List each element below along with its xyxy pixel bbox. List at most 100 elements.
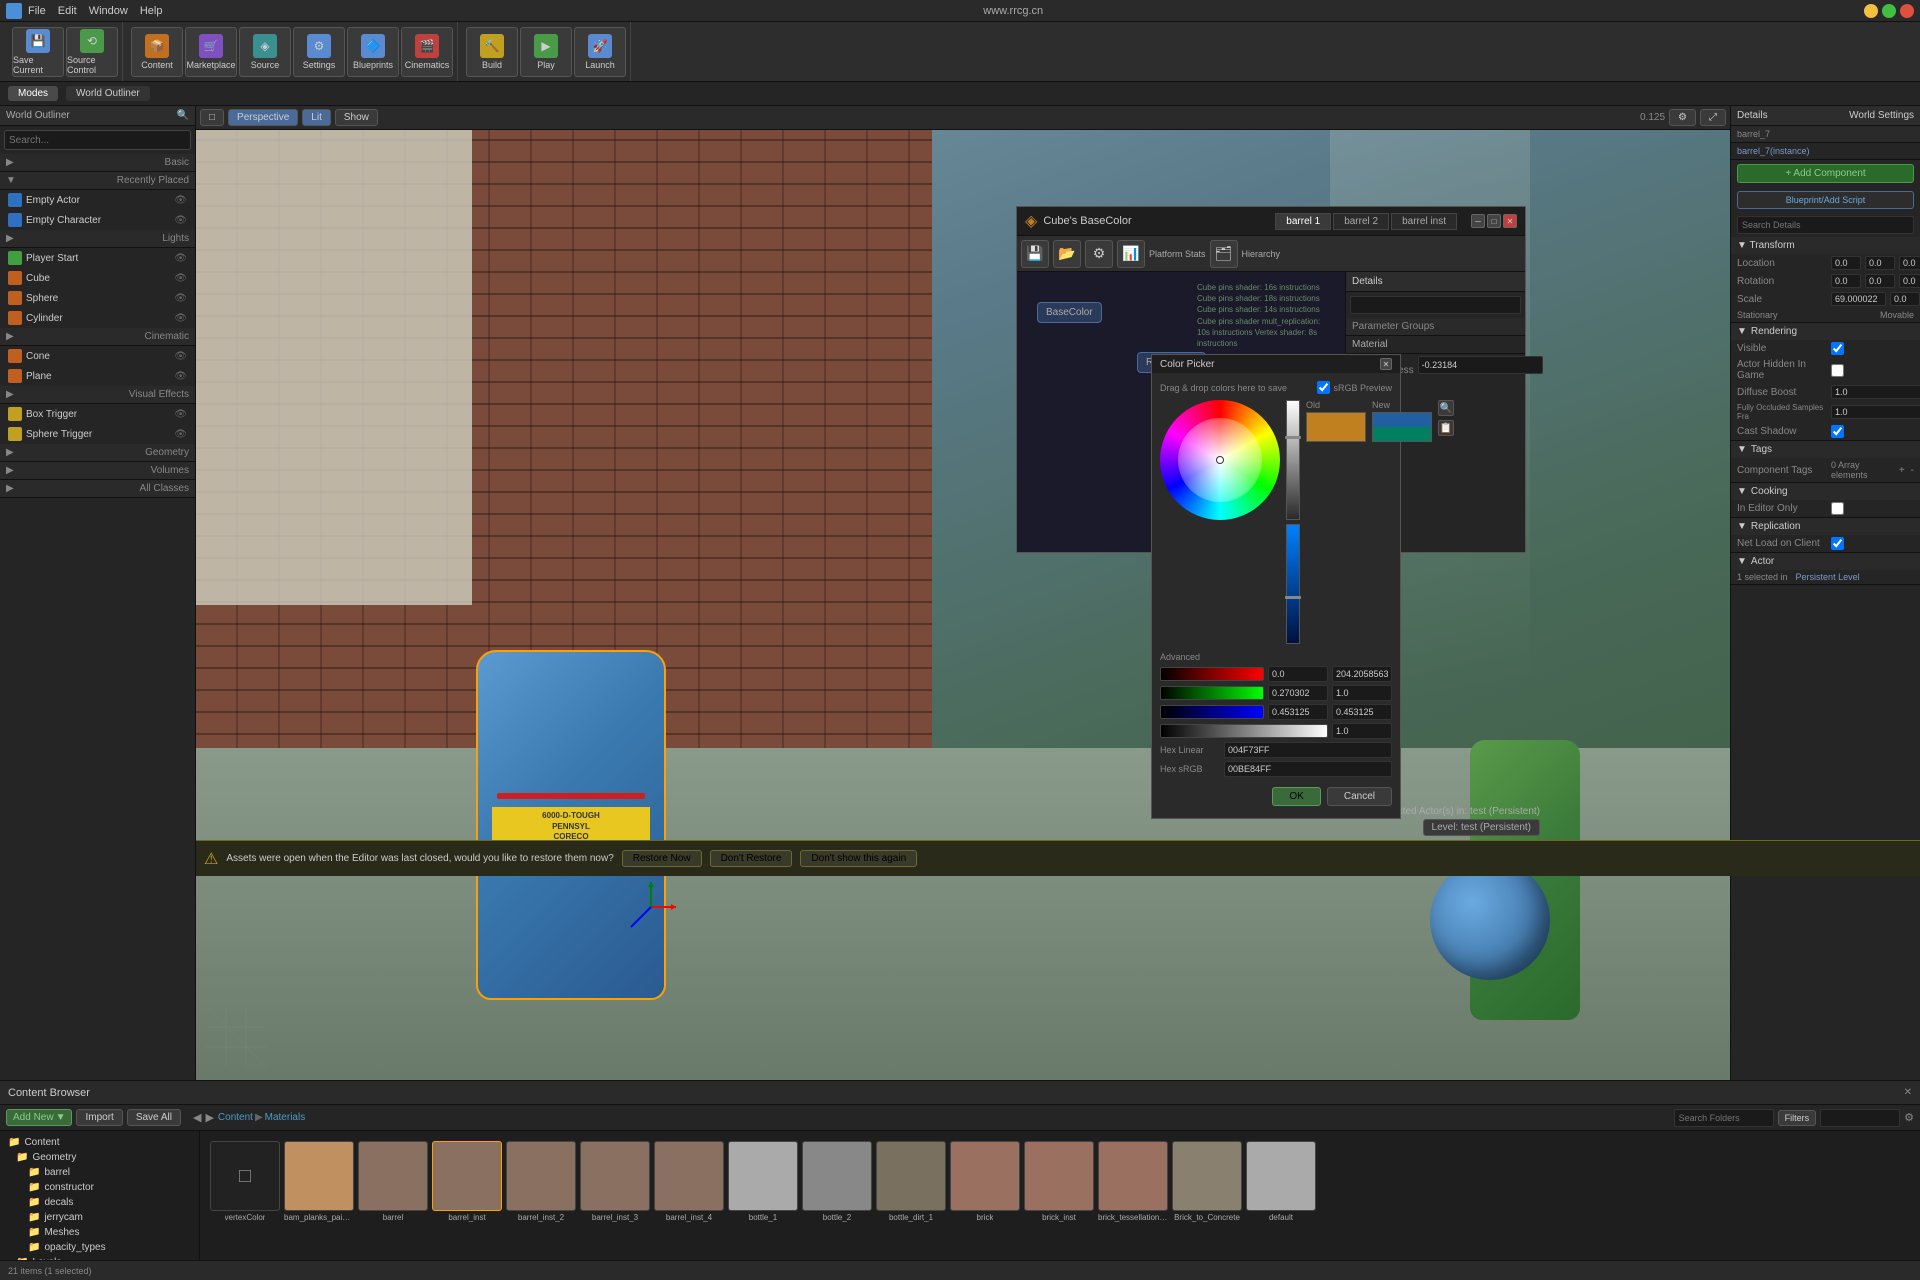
settings-button[interactable]: ⚙ Settings: [293, 27, 345, 77]
menu-file[interactable]: File: [28, 5, 46, 17]
cp-old-swatch[interactable]: [1306, 412, 1366, 442]
cp-paste-button[interactable]: 📋: [1438, 420, 1454, 436]
asset-brick[interactable]: brick: [950, 1141, 1020, 1222]
in-editor-checkbox[interactable]: [1831, 502, 1844, 515]
menu-window[interactable]: Window: [89, 5, 128, 17]
asset-bottle-dirt-1[interactable]: bottle_dirt_1: [876, 1141, 946, 1222]
asset-bam-planks-painted-MAT[interactable]: bam_planks_painted_MAT: [284, 1141, 354, 1222]
mat-params-button[interactable]: ⚙: [1085, 240, 1113, 268]
scene-item-cube[interactable]: Cube 👁: [0, 268, 195, 288]
remove-tag-button[interactable]: -: [1911, 465, 1914, 476]
lit-button[interactable]: Lit: [302, 109, 331, 126]
cb-close-button[interactable]: ✕: [1904, 1087, 1912, 1098]
eye-icon-box-trigger[interactable]: 👁: [174, 409, 187, 420]
tree-jerrycam[interactable]: 📁 jerrycam: [4, 1210, 195, 1225]
viewport-settings-button[interactable]: ⚙: [1669, 109, 1696, 126]
scene-item-player-start[interactable]: Player Start 👁: [0, 248, 195, 268]
cp-b-input[interactable]: [1268, 704, 1328, 720]
cp-hex-linear-input[interactable]: [1224, 742, 1392, 758]
cp-b-slider[interactable]: [1160, 705, 1264, 719]
save-button[interactable]: 💾 Save Current: [12, 27, 64, 77]
tree-content[interactable]: 📁 Content: [4, 1135, 195, 1150]
blueprints-button[interactable]: 🔷 Blueprints: [347, 27, 399, 77]
scene-item-box-trigger[interactable]: Box Trigger 👁: [0, 404, 195, 424]
mat-save-button[interactable]: 💾: [1021, 240, 1049, 268]
lights-category[interactable]: ▶Lights: [0, 230, 195, 248]
actor-header[interactable]: ▼ Actor: [1731, 553, 1920, 570]
scene-item-empty-character[interactable]: Empty Character 👁: [0, 210, 195, 230]
visual-effects-category[interactable]: ▶Visual Effects: [0, 386, 195, 404]
modes-tab[interactable]: Modes: [8, 86, 58, 101]
rotation-x[interactable]: [1831, 274, 1861, 288]
world-outliner-search-icon[interactable]: 🔍: [177, 110, 189, 121]
scene-item-empty-actor[interactable]: Empty Actor 👁: [0, 190, 195, 210]
cinematics-button[interactable]: 🎬 Cinematics: [401, 27, 453, 77]
visible-checkbox[interactable]: [1831, 342, 1844, 355]
maximize-viewport-button[interactable]: ⤢: [1700, 109, 1726, 126]
asset-brick-tessellation-inst[interactable]: brick_tessellation_inst: [1098, 1141, 1168, 1222]
cp-hex-srgb-input[interactable]: [1224, 761, 1392, 777]
persistent-level[interactable]: Persistent Level: [1796, 572, 1860, 582]
single-roughness-input[interactable]: [1418, 356, 1543, 374]
eye-icon-cone[interactable]: 👁: [174, 351, 187, 362]
dont-show-button[interactable]: Don't show this again: [800, 850, 917, 867]
nav-back-button[interactable]: ◀: [193, 1111, 201, 1124]
marketplace-button[interactable]: 🛒 Marketplace: [185, 27, 237, 77]
cp-close-button[interactable]: ✕: [1380, 358, 1392, 370]
cast-shadow-checkbox[interactable]: [1831, 425, 1844, 438]
asset-barrel-inst-4[interactable]: barrel_inst_4: [654, 1141, 724, 1222]
cb-search-input[interactable]: [1674, 1109, 1774, 1127]
cp-r-slider[interactable]: [1160, 667, 1264, 681]
asset-brick-inst[interactable]: brick_inst: [1024, 1141, 1094, 1222]
param-groups-header[interactable]: Parameter Groups: [1346, 318, 1525, 336]
scene-item-plane[interactable]: Plane 👁: [0, 366, 195, 386]
location-z[interactable]: [1899, 256, 1920, 270]
cp-ok-button[interactable]: OK: [1272, 787, 1320, 806]
import-button[interactable]: Import: [76, 1109, 122, 1126]
world-outliner-tab[interactable]: World Outliner: [66, 86, 150, 101]
mat-browse-button[interactable]: 📂: [1053, 240, 1081, 268]
scene-item-cylinder[interactable]: Cylinder 👁: [0, 308, 195, 328]
asset-bottle-1[interactable]: bottle_1: [728, 1141, 798, 1222]
replication-header[interactable]: ▼ Replication: [1731, 518, 1920, 535]
tree-opacity[interactable]: 📁 opacity_types: [4, 1240, 195, 1255]
mat-node-1[interactable]: BaseColor: [1037, 302, 1102, 323]
cp-brightness-slider[interactable]: [1286, 400, 1300, 520]
actor-hidden-checkbox[interactable]: [1831, 364, 1844, 377]
tags-header[interactable]: ▼ Tags: [1731, 441, 1920, 458]
cb-settings-button[interactable]: ⚙: [1904, 1111, 1914, 1124]
mat-tab-0[interactable]: barrel 1: [1275, 213, 1331, 230]
mat-minimize-button[interactable]: ─: [1471, 214, 1485, 228]
show-button[interactable]: Show: [335, 109, 378, 126]
mat-tab-1[interactable]: barrel 2: [1333, 213, 1389, 230]
eye-icon-sphere[interactable]: 👁: [174, 293, 187, 304]
launch-button[interactable]: 🚀 Launch: [574, 27, 626, 77]
asset-vertexColor[interactable]: □vertexColor: [210, 1141, 280, 1222]
cinematic-category[interactable]: ▶Cinematic: [0, 328, 195, 346]
mat-hierarchy-button[interactable]: 🗂: [1210, 240, 1238, 268]
play-button[interactable]: ▶ Play: [520, 27, 572, 77]
scene-item-sphere-trigger[interactable]: Sphere Trigger 👁: [0, 424, 195, 444]
cb-asset-search-input[interactable]: [1820, 1109, 1900, 1127]
srgb-checkbox[interactable]: [1317, 381, 1330, 394]
breadcrumb-content[interactable]: Content: [218, 1112, 253, 1123]
asset-barrel-inst-3[interactable]: barrel_inst_3: [580, 1141, 650, 1222]
eye-icon-empty-character[interactable]: 👁: [174, 215, 187, 226]
details-tab[interactable]: Details: [1737, 110, 1768, 121]
add-tag-button[interactable]: +: [1899, 465, 1905, 476]
cp-a-slider[interactable]: [1160, 724, 1328, 738]
tree-geometry[interactable]: 📁 Geometry: [4, 1150, 195, 1165]
source-button[interactable]: ◈ Source: [239, 27, 291, 77]
asset-default[interactable]: default: [1246, 1141, 1316, 1222]
movable-button[interactable]: Movable: [1880, 310, 1914, 320]
rendering-header[interactable]: ▼ Rendering: [1731, 323, 1920, 340]
cp-b-right-input[interactable]: [1332, 704, 1392, 720]
cp-eyedropper-button[interactable]: 🔍: [1438, 400, 1454, 416]
dont-restore-button[interactable]: Don't Restore: [710, 850, 793, 867]
maximize-button[interactable]: [1882, 4, 1896, 18]
cp-a-input[interactable]: [1332, 723, 1392, 739]
menu-help[interactable]: Help: [140, 5, 163, 17]
scale-x[interactable]: [1831, 292, 1886, 306]
search-details-input[interactable]: [1737, 216, 1914, 234]
nav-forward-button[interactable]: ▶: [205, 1111, 213, 1124]
